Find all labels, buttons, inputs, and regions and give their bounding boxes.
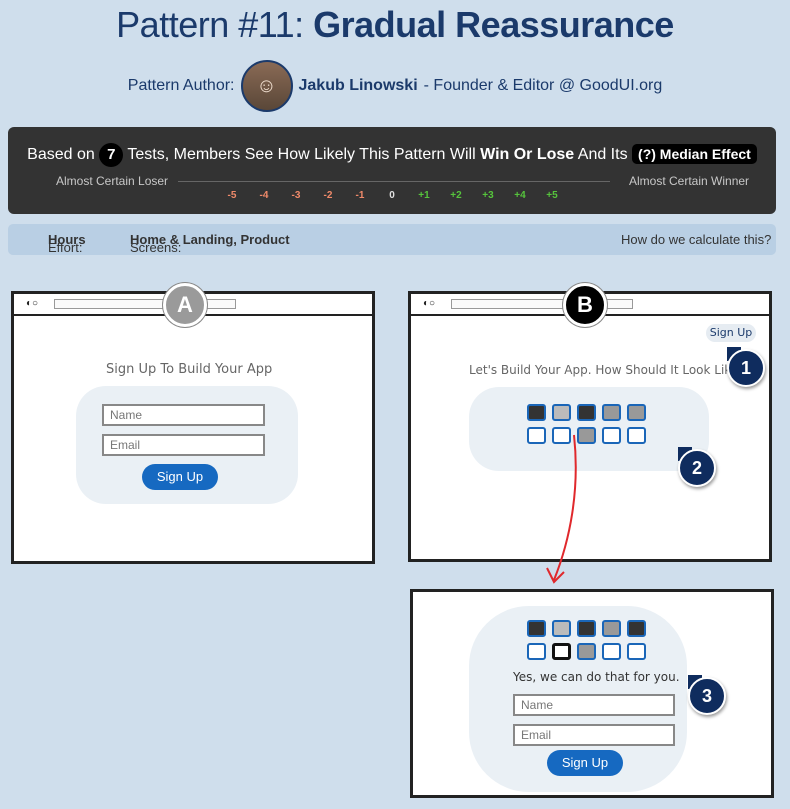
scale-tick: +3 [482, 190, 494, 201]
screens-info: Screens: Home & Landing, Product [130, 232, 290, 255]
scale-tick: -4 [259, 190, 269, 201]
effort-info: Effort: Hours [48, 232, 86, 255]
author-label: Pattern Author: [127, 77, 235, 94]
step-1-badge: 1 [727, 349, 765, 387]
template-tile[interactable] [627, 404, 646, 421]
step-3-badge: 3 [688, 677, 726, 715]
email-field[interactable]: Email [513, 724, 675, 746]
page-title: Pattern #11: Gradual Reassurance [0, 4, 790, 46]
variant-a-headline: Sign Up To Build Your App [106, 362, 273, 377]
title-bold: Gradual Reassurance [313, 4, 674, 45]
stats-panel: Based on 7 Tests, Members See How Likely… [8, 127, 776, 214]
sign-up-button[interactable]: Sign Up [142, 464, 218, 490]
scale-tick: 0 [389, 190, 395, 201]
scale-tick: -2 [323, 190, 333, 201]
scale-tick: -1 [355, 190, 365, 201]
scale-tick: +4 [514, 190, 526, 201]
template-tile[interactable] [627, 620, 646, 637]
template-tile[interactable] [627, 643, 646, 660]
and-its-text: And Its [577, 146, 628, 163]
top-sign-up-button[interactable]: Sign Up [706, 324, 756, 342]
author-name-link[interactable]: Jakub Linowski [299, 77, 418, 95]
email-field[interactable]: Email [102, 434, 265, 456]
template-tile[interactable] [602, 427, 621, 444]
variant-b-badge: B [563, 283, 607, 327]
avatar: ☺ [240, 60, 293, 112]
author-role: - Founder & Editor @ GoodUI.org [423, 77, 663, 94]
test-count-badge: 7 [99, 143, 124, 167]
template-tile[interactable] [552, 620, 571, 637]
template-tile[interactable] [527, 404, 546, 421]
step-2-badge: 2 [678, 449, 716, 487]
stats-middle-text: Tests, Members See How Likely This Patte… [127, 146, 476, 163]
variant-a-mockup: ◐○ Sign Up To Build Your App Name Email … [11, 291, 375, 564]
loser-label: Almost Certain Loser [56, 174, 169, 188]
author-row: Pattern Author: ☺ Jakub Linowski - Found… [0, 60, 790, 112]
median-effect-button[interactable]: (?) Median Effect [632, 144, 757, 164]
name-field[interactable]: Name [513, 694, 675, 716]
title-prefix: Pattern #11: [116, 4, 304, 45]
scale-tick: -3 [291, 190, 301, 201]
stats-line: Based on 7 Tests, Members See How Likely… [8, 143, 776, 167]
variant-b-mockup: ◐○ Sign Up Let's Build Your App. How Sho… [408, 291, 772, 562]
sign-up-button[interactable]: Sign Up [547, 750, 623, 776]
template-tile[interactable] [602, 620, 621, 637]
url-bar [54, 299, 236, 309]
template-tile[interactable] [627, 427, 646, 444]
template-tile[interactable] [552, 643, 571, 660]
winner-label: Almost Certain Winner [629, 174, 750, 188]
effort-label: Effort: [48, 240, 83, 255]
browser-nav-icon: ◐○ [423, 298, 436, 309]
browser-nav-icon: ◐○ [26, 298, 39, 309]
scale-tick: -5 [227, 190, 237, 201]
win-lose-text: Win Or Lose [480, 146, 575, 163]
flow-arrow [546, 434, 577, 584]
variant-a-badge: A [163, 283, 207, 327]
template-tile[interactable] [602, 404, 621, 421]
effort-bar: Effort: Hours Screens: Home & Landing, P… [8, 224, 776, 255]
scale-line [178, 181, 610, 182]
name-field[interactable]: Name [102, 404, 265, 426]
template-tile[interactable] [602, 643, 621, 660]
scale-tick: +1 [418, 190, 430, 201]
variant-b-headline: Let's Build Your App. How Should It Look… [469, 363, 745, 377]
based-on-text: Based on [27, 146, 95, 163]
scale-tick: +5 [546, 190, 558, 201]
template-tile[interactable] [577, 620, 596, 637]
calc-link[interactable]: How do we calculate this? [621, 232, 771, 247]
template-tile[interactable] [527, 643, 546, 660]
template-tile[interactable] [552, 404, 571, 421]
scale-tick: +2 [450, 190, 462, 201]
reassurance-text: Yes, we can do that for you. [513, 670, 680, 684]
template-tile[interactable] [577, 643, 596, 660]
screens-label: Screens: [130, 240, 182, 255]
template-tile[interactable] [527, 620, 546, 637]
template-tile[interactable] [577, 404, 596, 421]
